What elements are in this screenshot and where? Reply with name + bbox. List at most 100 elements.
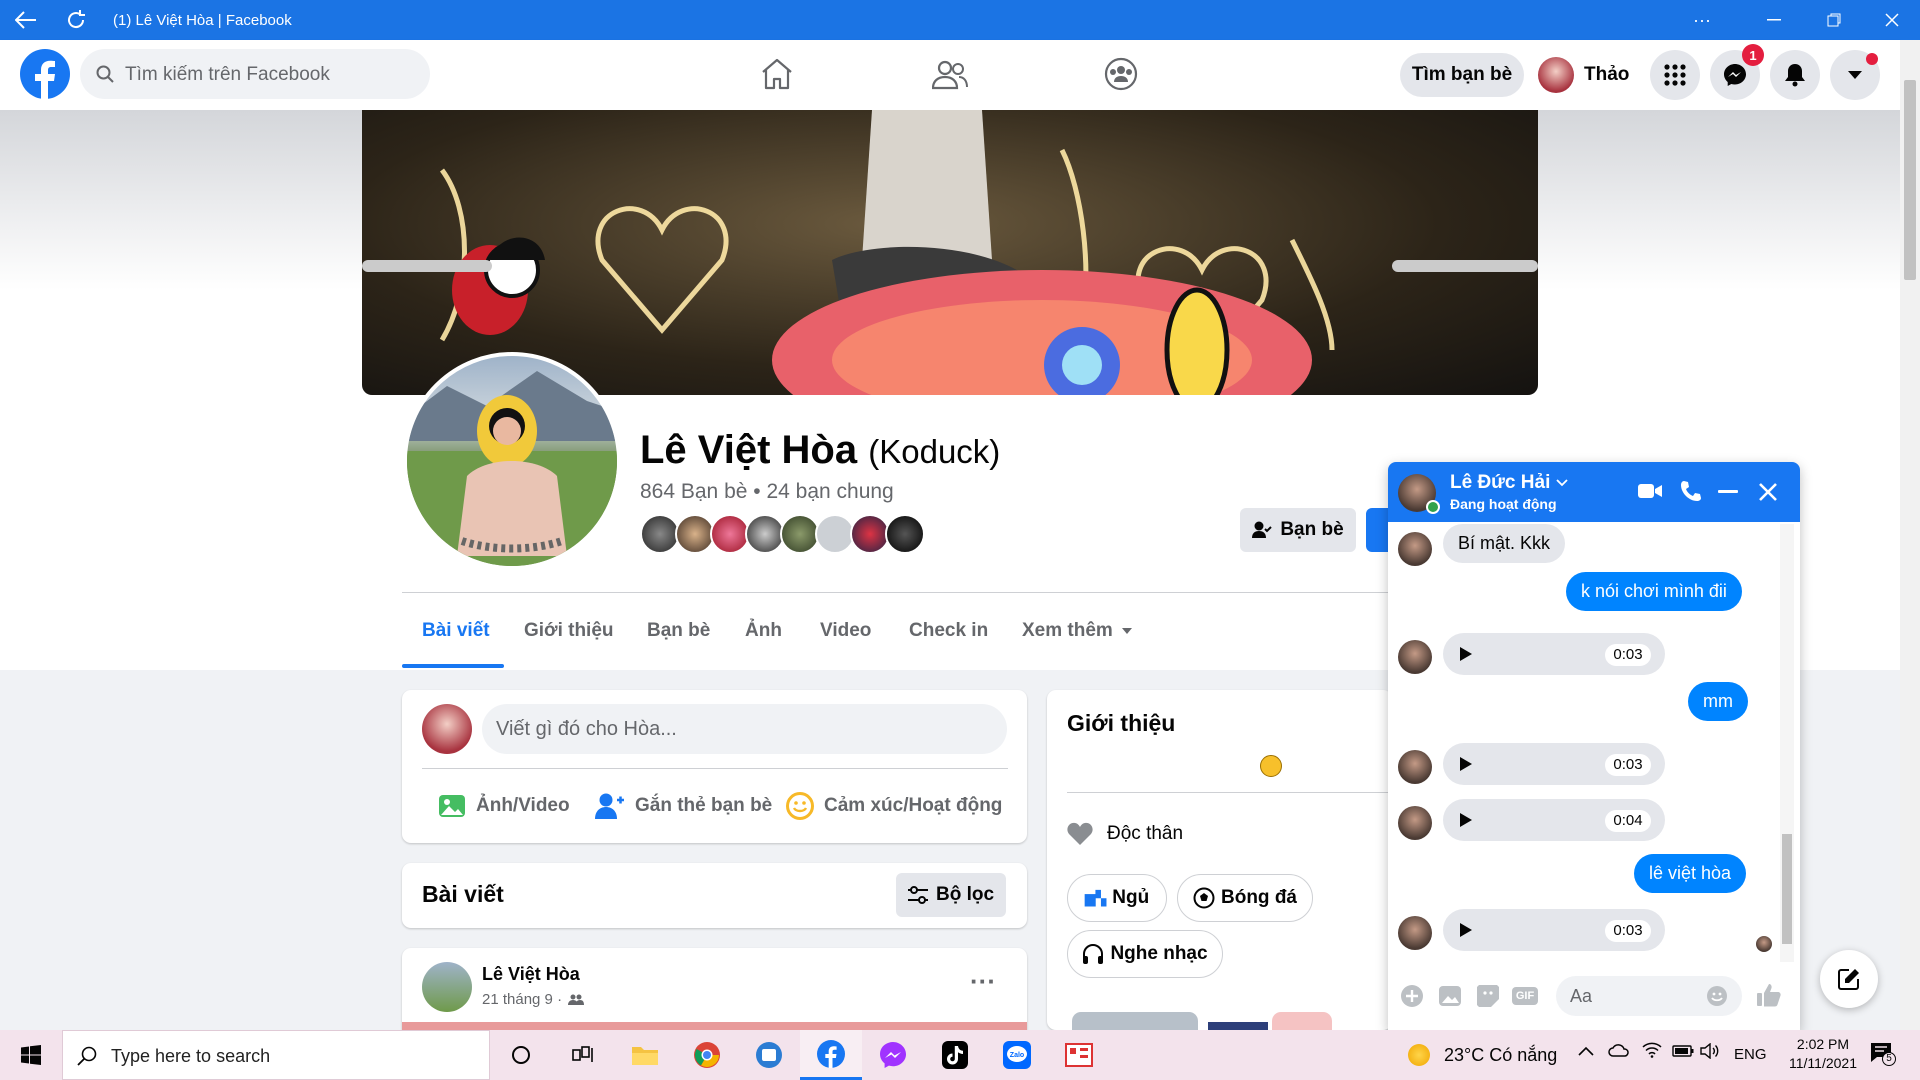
intro-photo[interactable] bbox=[1208, 1022, 1268, 1030]
minimize-icon[interactable] bbox=[1762, 8, 1786, 32]
more-dots-icon[interactable]: ··· bbox=[1690, 8, 1714, 32]
close-icon[interactable] bbox=[1880, 8, 1904, 32]
back-arrow-icon[interactable] bbox=[14, 8, 38, 32]
intro-photo[interactable] bbox=[1072, 1012, 1198, 1030]
friend-avatar[interactable] bbox=[675, 514, 715, 554]
post-more-icon[interactable]: ··· bbox=[970, 968, 996, 994]
image-attach-icon[interactable] bbox=[1438, 985, 1462, 1007]
taskbar-search[interactable]: Type here to search bbox=[62, 1030, 490, 1080]
composer-input[interactable]: Viết gì đó cho Hòa... bbox=[482, 704, 1007, 754]
zalo-icon[interactable]: Zalo bbox=[986, 1030, 1048, 1080]
messenger-button[interactable]: 1 bbox=[1710, 44, 1764, 100]
windows-start-icon[interactable] bbox=[0, 1030, 62, 1080]
feeling-activity-button[interactable]: Cảm xúc/Hoạt động bbox=[786, 792, 1002, 820]
tab-about[interactable]: Giới thiệu bbox=[524, 620, 614, 642]
message-outgoing[interactable]: k nói chơi mình đii bbox=[1566, 572, 1742, 611]
message-incoming[interactable]: Bí mật. Kkk bbox=[1443, 524, 1566, 563]
minimize-chat-icon[interactable] bbox=[1718, 490, 1738, 493]
find-friends-button[interactable]: Tìm bạn bè bbox=[1400, 53, 1524, 97]
chat-input[interactable]: Aa bbox=[1556, 976, 1742, 1016]
post-author[interactable]: Lê Việt Hòa bbox=[482, 964, 580, 985]
emoji-picker-icon[interactable] bbox=[1706, 985, 1728, 1007]
weather-sun-icon[interactable] bbox=[1408, 1044, 1430, 1066]
friend-avatar[interactable] bbox=[885, 514, 925, 554]
plus-circle-icon[interactable] bbox=[1400, 984, 1424, 1008]
profile-shortcut[interactable]: Thảo bbox=[1538, 53, 1650, 97]
volume-icon[interactable] bbox=[1700, 1043, 1720, 1059]
task-view-icon[interactable] bbox=[552, 1030, 614, 1080]
friend-avatar[interactable] bbox=[640, 514, 680, 554]
chrome-icon[interactable] bbox=[676, 1030, 738, 1080]
menu-grid-button[interactable] bbox=[1650, 50, 1700, 100]
play-icon[interactable] bbox=[1459, 922, 1473, 938]
weather-text[interactable]: 23°C Có nắng bbox=[1444, 1045, 1557, 1066]
facebook-taskbar-icon[interactable] bbox=[800, 1030, 862, 1080]
post-date[interactable]: 21 tháng 9 · bbox=[482, 991, 562, 1008]
chat-header[interactable]: Lê Đức Hải Đang hoạt động bbox=[1388, 462, 1800, 522]
messenger-taskbar-icon[interactable] bbox=[862, 1030, 924, 1080]
profile-avatar[interactable] bbox=[403, 352, 621, 570]
file-explorer-icon[interactable] bbox=[614, 1030, 676, 1080]
tab-posts[interactable]: Bài viết bbox=[422, 620, 490, 642]
friends-icon[interactable] bbox=[932, 60, 968, 90]
intro-photo[interactable] bbox=[1272, 1012, 1332, 1030]
friend-avatar[interactable] bbox=[745, 514, 785, 554]
message-outgoing[interactable]: lê việt hòa bbox=[1634, 854, 1747, 893]
tag-friends-button[interactable]: Gắn thẻ bạn bè bbox=[595, 792, 772, 820]
onedrive-cloud-icon[interactable] bbox=[1608, 1043, 1630, 1057]
photo-video-button[interactable]: Ảnh/Video bbox=[438, 792, 570, 820]
play-icon[interactable] bbox=[1459, 812, 1473, 828]
close-chat-icon[interactable] bbox=[1758, 482, 1778, 502]
hobby-pill[interactable]: ▆▚ Ngủ bbox=[1067, 874, 1167, 922]
tab-more[interactable]: Xem thêm bbox=[1022, 620, 1133, 642]
cover-photo[interactable] bbox=[362, 110, 1538, 395]
audio-message[interactable]: 0:04 bbox=[1443, 799, 1665, 841]
tray-chevron-up-icon[interactable] bbox=[1578, 1046, 1594, 1056]
post-author-avatar[interactable] bbox=[422, 962, 472, 1012]
phone-call-icon[interactable] bbox=[1680, 480, 1702, 502]
audio-message[interactable]: 0:03 bbox=[1443, 909, 1665, 951]
video-call-icon[interactable] bbox=[1638, 482, 1662, 500]
thumbs-up-icon[interactable] bbox=[1756, 982, 1782, 1008]
tiktok-icon[interactable] bbox=[924, 1030, 986, 1080]
cortana-icon[interactable] bbox=[490, 1030, 552, 1080]
friend-avatar[interactable] bbox=[780, 514, 820, 554]
friend-avatar[interactable] bbox=[850, 514, 890, 554]
friends-status-button[interactable]: Bạn bè bbox=[1240, 508, 1356, 552]
new-message-button[interactable] bbox=[1820, 950, 1878, 1008]
tab-friends[interactable]: Bạn bè bbox=[647, 620, 710, 642]
language-indicator[interactable]: ENG bbox=[1734, 1046, 1767, 1063]
gif-icon[interactable]: GIF bbox=[1512, 987, 1538, 1005]
restore-icon[interactable] bbox=[1822, 8, 1846, 32]
hobby-pill[interactable]: Bóng đá bbox=[1177, 874, 1313, 922]
account-dropdown-button[interactable] bbox=[1830, 50, 1880, 100]
friend-avatar[interactable] bbox=[710, 514, 750, 554]
home-icon[interactable] bbox=[760, 58, 794, 90]
play-icon[interactable] bbox=[1459, 756, 1473, 772]
notifications-button[interactable] bbox=[1770, 50, 1820, 100]
app-icon[interactable] bbox=[1048, 1030, 1110, 1080]
hobby-pill[interactable]: Nghe nhạc bbox=[1067, 930, 1223, 978]
sticker-icon[interactable] bbox=[1476, 984, 1500, 1008]
filter-button[interactable]: Bộ lọc bbox=[896, 873, 1006, 917]
facebook-logo-icon[interactable] bbox=[20, 49, 70, 99]
tab-video[interactable]: Video bbox=[820, 620, 871, 642]
tab-checkin[interactable]: Check in bbox=[909, 620, 988, 642]
audio-message[interactable]: 0:03 bbox=[1443, 633, 1665, 675]
refresh-icon[interactable] bbox=[64, 8, 88, 32]
battery-icon[interactable] bbox=[1672, 1045, 1694, 1057]
play-icon[interactable] bbox=[1459, 646, 1473, 662]
groups-icon[interactable] bbox=[1104, 57, 1138, 91]
chat-scrollbar[interactable] bbox=[1780, 524, 1794, 962]
contact-name-row[interactable]: Lê Đức Hải bbox=[1450, 472, 1568, 494]
chat-scrollbar-thumb[interactable] bbox=[1782, 834, 1792, 944]
audio-message[interactable]: 0:03 bbox=[1443, 743, 1665, 785]
clock[interactable]: 2:02 PM 11/11/2021 bbox=[1778, 1036, 1868, 1071]
wifi-icon[interactable] bbox=[1642, 1042, 1662, 1058]
page-scrollbar[interactable] bbox=[1900, 40, 1920, 1030]
message-button[interactable] bbox=[1366, 508, 1388, 552]
action-center-icon[interactable]: 5 bbox=[1870, 1042, 1896, 1066]
friend-avatar[interactable] bbox=[815, 514, 855, 554]
search-input[interactable]: Tìm kiếm trên Facebook bbox=[80, 49, 430, 99]
tab-photos[interactable]: Ảnh bbox=[745, 620, 782, 642]
